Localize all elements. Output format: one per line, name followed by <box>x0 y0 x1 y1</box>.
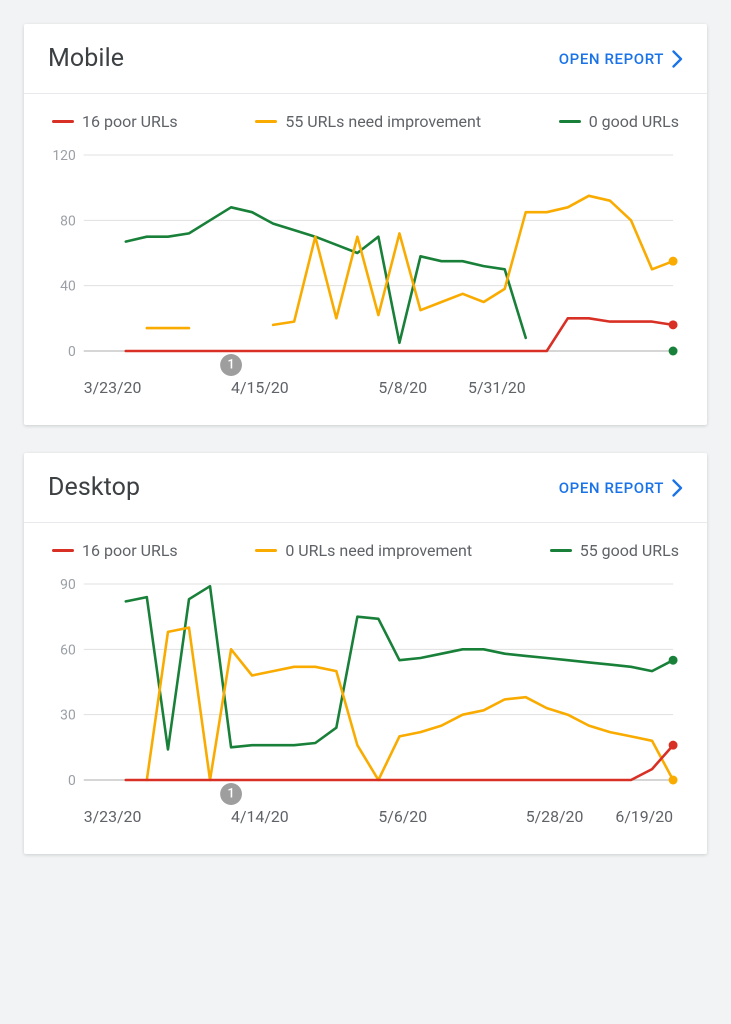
legend: 16 poor URLs 55 URLs need improvement 0 … <box>24 94 707 131</box>
svg-text:80: 80 <box>60 213 76 229</box>
line-chart-desktop: 0 30 60 90 3/23/20 4/14/20 5/6/20 5/28/20 6/19/2… <box>48 572 683 832</box>
swatch-needs <box>255 120 277 124</box>
legend-item-needs: 55 URLs need improvement <box>255 112 481 131</box>
swatch-good <box>550 549 572 553</box>
open-report-label: OPEN REPORT <box>559 479 664 497</box>
svg-text:30: 30 <box>60 708 76 724</box>
svg-text:1: 1 <box>227 357 234 372</box>
swatch-poor <box>52 549 74 553</box>
panel-mobile: Mobile OPEN REPORT 16 poor URLs 55 URLs … <box>24 24 707 425</box>
legend-item-needs: 0 URLs need improvement <box>255 541 472 560</box>
line-chart-mobile: 0 40 80 120 3/23/20 4/15/20 5/8/20 5/31/20 1 <box>48 143 683 403</box>
chevron-right-icon <box>672 479 683 497</box>
chart-area: 0 40 80 120 3/23/20 4/15/20 5/8/20 5/31/20 1 <box>24 131 707 425</box>
legend-item-good: 0 good URLs <box>559 112 679 131</box>
panel-header: Mobile OPEN REPORT <box>24 24 707 94</box>
open-report-button[interactable]: OPEN REPORT <box>559 479 683 497</box>
legend-label-needs: 0 URLs need improvement <box>285 541 472 560</box>
panel-header: Desktop OPEN REPORT <box>24 453 707 523</box>
legend-item-poor: 16 poor URLs <box>52 112 178 131</box>
panel-desktop: Desktop OPEN REPORT 16 poor URLs 0 URLs … <box>24 453 707 854</box>
legend-item-poor: 16 poor URLs <box>52 541 178 560</box>
open-report-label: OPEN REPORT <box>559 50 664 68</box>
svg-text:5/28/20: 5/28/20 <box>526 807 584 826</box>
legend-label-poor: 16 poor URLs <box>82 112 178 131</box>
svg-text:4/14/20: 4/14/20 <box>231 807 289 826</box>
svg-text:0: 0 <box>68 344 76 360</box>
svg-text:6/19/20: 6/19/20 <box>615 807 673 826</box>
legend-item-good: 55 good URLs <box>550 541 679 560</box>
legend-label-needs: 55 URLs need improvement <box>285 112 481 131</box>
swatch-needs <box>255 549 277 553</box>
svg-text:60: 60 <box>60 642 76 658</box>
legend: 16 poor URLs 0 URLs need improvement 55 … <box>24 523 707 560</box>
legend-label-poor: 16 poor URLs <box>82 541 178 560</box>
svg-text:3/23/20: 3/23/20 <box>84 378 142 397</box>
panel-title: Desktop <box>48 473 140 502</box>
svg-text:1: 1 <box>227 786 234 801</box>
svg-text:5/31/20: 5/31/20 <box>468 378 526 397</box>
svg-text:0: 0 <box>68 773 76 789</box>
svg-text:40: 40 <box>60 279 76 295</box>
svg-text:90: 90 <box>60 577 76 593</box>
svg-text:5/6/20: 5/6/20 <box>378 807 427 826</box>
chevron-right-icon <box>672 50 683 68</box>
svg-text:5/8/20: 5/8/20 <box>378 378 427 397</box>
panel-title: Mobile <box>48 44 124 73</box>
svg-text:4/15/20: 4/15/20 <box>231 378 289 397</box>
chart-area: 0 30 60 90 3/23/20 4/14/20 5/6/20 5/28/20 6/19/2… <box>24 560 707 854</box>
svg-text:120: 120 <box>52 148 76 164</box>
svg-text:3/23/20: 3/23/20 <box>84 807 142 826</box>
legend-label-good: 55 good URLs <box>580 541 679 560</box>
legend-label-good: 0 good URLs <box>589 112 679 131</box>
swatch-poor <box>52 120 74 124</box>
swatch-good <box>559 120 581 124</box>
open-report-button[interactable]: OPEN REPORT <box>559 50 683 68</box>
